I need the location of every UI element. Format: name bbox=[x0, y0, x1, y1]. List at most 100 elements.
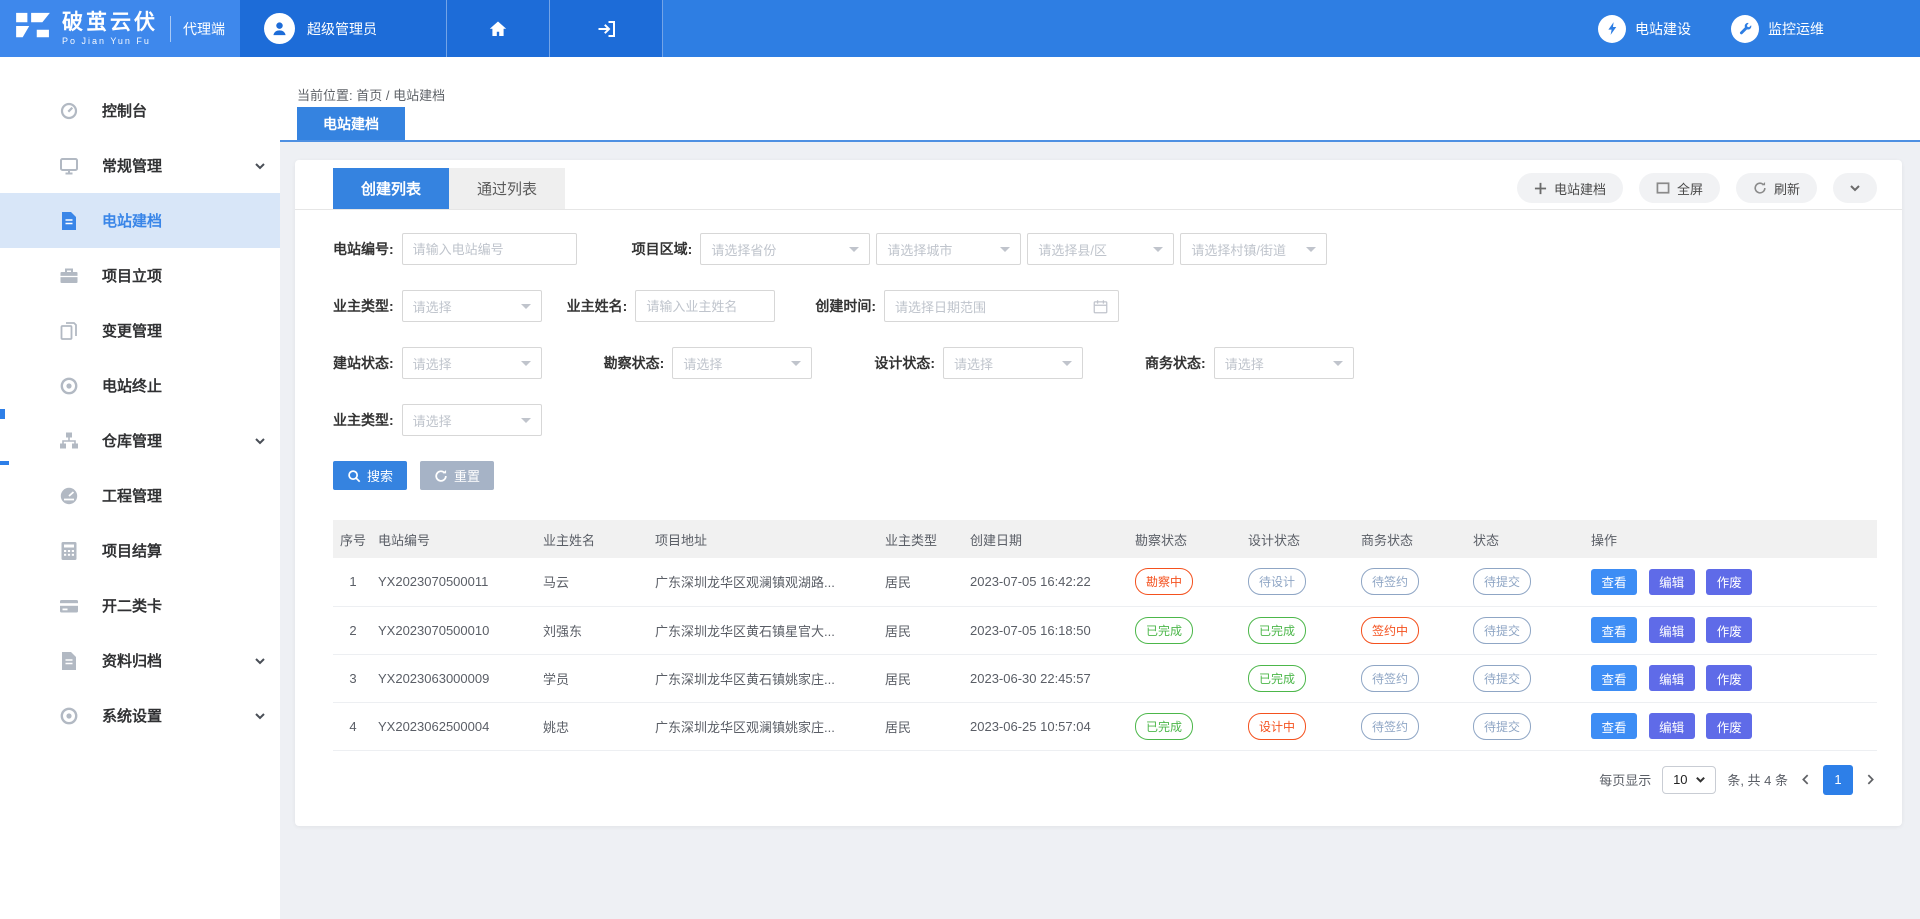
sidebar-item-station-archive[interactable]: 电站建档 bbox=[0, 193, 280, 248]
build-status-select[interactable]: 请选择 bbox=[402, 347, 542, 379]
sidebar-item-warehouse-management[interactable]: 仓库管理 bbox=[0, 413, 280, 468]
logout-button[interactable] bbox=[550, 0, 663, 57]
copy-icon bbox=[58, 320, 80, 342]
filter-form: 电站编号: 项目区域: 请选择省份 请选择城市 请选择县/区 请选择村镇/街道 bbox=[295, 210, 1902, 436]
sidebar-item-label: 系统设置 bbox=[102, 705, 162, 726]
nav-station-construction[interactable]: 电站建设 bbox=[1598, 0, 1691, 57]
logo-title: 破茧云伏 bbox=[62, 12, 158, 33]
prev-page-button[interactable] bbox=[1799, 773, 1812, 786]
sidebar-item-engineering-management[interactable]: 工程管理 bbox=[0, 468, 280, 523]
design-status-select[interactable]: 请选择 bbox=[943, 347, 1083, 379]
scroll-indicator bbox=[0, 409, 5, 419]
business-status-badge: 待签约 bbox=[1361, 713, 1419, 740]
select-arrow-icon bbox=[521, 361, 531, 371]
tab-created-list[interactable]: 创建列表 bbox=[333, 168, 449, 209]
chevron-left-icon bbox=[1799, 773, 1812, 786]
breadcrumb-prefix: 当前位置: bbox=[297, 88, 353, 103]
sidebar-item-system-settings[interactable]: 系统设置 bbox=[0, 688, 280, 743]
search-button[interactable]: 搜索 bbox=[333, 461, 407, 490]
void-button[interactable]: 作废 bbox=[1706, 713, 1752, 739]
sidebar-item-label: 常规管理 bbox=[102, 155, 162, 176]
sidebar-item-data-archiving[interactable]: 资料归档 bbox=[0, 633, 280, 688]
sidebar-item-label: 电站终止 bbox=[102, 375, 162, 396]
fullscreen-button[interactable]: 全屏 bbox=[1639, 173, 1720, 203]
per-page-select[interactable]: 10 bbox=[1662, 766, 1716, 794]
table-row: 4 YX2023062500004 姚忠 广东深圳龙华区观澜镇姚家庄... 居民… bbox=[333, 702, 1877, 750]
sidebar-item-project-settlement[interactable]: 项目结算 bbox=[0, 523, 280, 578]
view-button[interactable]: 查看 bbox=[1591, 617, 1637, 643]
sidebar-item-console[interactable]: 控制台 bbox=[0, 83, 280, 138]
breadcrumb: 当前位置: 首页 / 电站建档 bbox=[297, 57, 1920, 98]
owner-type-select[interactable]: 请选择 bbox=[402, 290, 542, 322]
archive-icon bbox=[58, 650, 80, 672]
tab-passed-list[interactable]: 通过列表 bbox=[449, 168, 565, 209]
select-arrow-icon bbox=[1695, 774, 1706, 785]
station-table: 序号 电站编号 业主姓名 项目地址 业主类型 创建日期 勘察状态 设计状态 商务… bbox=[333, 520, 1877, 751]
sidebar-item-station-termination[interactable]: 电站终止 bbox=[0, 358, 280, 413]
user-menu[interactable]: 超级管理员 bbox=[240, 0, 447, 57]
owner-type-label: 业主类型: bbox=[333, 296, 394, 316]
create-time-range-input[interactable]: 请选择日期范围 bbox=[884, 290, 1119, 322]
user-name: 超级管理员 bbox=[307, 19, 377, 39]
breadcrumb-separator: / bbox=[386, 88, 390, 103]
select-arrow-icon bbox=[1062, 361, 1072, 371]
district-select[interactable]: 请选择县/区 bbox=[1027, 233, 1174, 265]
refresh-button[interactable]: 刷新 bbox=[1736, 173, 1817, 203]
view-button[interactable]: 查看 bbox=[1591, 665, 1637, 691]
edit-button[interactable]: 编辑 bbox=[1649, 713, 1695, 739]
status-badge: 待提交 bbox=[1473, 713, 1531, 740]
plus-icon bbox=[1534, 182, 1547, 195]
add-station-button[interactable]: 电站建档 bbox=[1517, 173, 1623, 203]
province-select[interactable]: 请选择省份 bbox=[700, 233, 870, 265]
sidebar-item-open-type2-card[interactable]: 开二类卡 bbox=[0, 578, 280, 633]
edit-button[interactable]: 编辑 bbox=[1649, 569, 1695, 595]
scroll-indicator bbox=[0, 461, 9, 465]
top-header: 破茧云伏 Po Jian Yun Fu 代理端 超级管理员 电站建设 bbox=[0, 0, 1920, 57]
fullscreen-icon bbox=[1656, 182, 1670, 194]
home-button[interactable] bbox=[447, 0, 550, 57]
street-select[interactable]: 请选择村镇/街道 bbox=[1180, 233, 1327, 265]
survey-status-label: 勘察状态: bbox=[604, 353, 665, 373]
city-select[interactable]: 请选择城市 bbox=[876, 233, 1021, 265]
survey-status-select[interactable]: 请选择 bbox=[672, 347, 812, 379]
owner-type2-label: 业主类型: bbox=[333, 410, 394, 430]
survey-status-badge: 勘察中 bbox=[1135, 568, 1193, 595]
next-page-button[interactable] bbox=[1864, 773, 1877, 786]
select-arrow-icon bbox=[521, 418, 531, 428]
reset-button[interactable]: 重置 bbox=[420, 461, 494, 490]
breadcrumb-home[interactable]: 首页 bbox=[356, 88, 382, 103]
sidebar-item-general-management[interactable]: 常规管理 bbox=[0, 138, 280, 193]
business-status-select[interactable]: 请选择 bbox=[1214, 347, 1354, 379]
gauge-icon bbox=[58, 485, 80, 507]
briefcase-icon bbox=[58, 265, 80, 287]
dashboard-icon bbox=[58, 100, 80, 122]
status-badge: 待提交 bbox=[1473, 617, 1531, 644]
sidebar-item-label: 项目结算 bbox=[102, 540, 162, 561]
edit-button[interactable]: 编辑 bbox=[1649, 617, 1695, 643]
void-button[interactable]: 作废 bbox=[1706, 665, 1752, 691]
sidebar-item-label: 变更管理 bbox=[102, 320, 162, 341]
view-button[interactable]: 查看 bbox=[1591, 713, 1637, 739]
main-panel: 创建列表 通过列表 电站建档 全屏 刷新 bbox=[295, 160, 1902, 826]
edit-button[interactable]: 编辑 bbox=[1649, 665, 1695, 691]
collapse-toolbar-button[interactable] bbox=[1833, 173, 1877, 203]
sidebar-item-change-management[interactable]: 变更管理 bbox=[0, 303, 280, 358]
settings-icon bbox=[58, 705, 80, 727]
view-button[interactable]: 查看 bbox=[1591, 569, 1637, 595]
table-row: 3 YX2023063000009 学员 广东深圳龙华区黄石镇姚家庄... 居民… bbox=[333, 654, 1877, 702]
logo-subtitle: Po Jian Yun Fu bbox=[62, 37, 158, 46]
reset-icon bbox=[434, 469, 448, 483]
owner-type2-select[interactable]: 请选择 bbox=[402, 404, 542, 436]
select-arrow-icon bbox=[521, 304, 531, 314]
page-number-button[interactable]: 1 bbox=[1823, 765, 1853, 795]
page-tab-station-archive[interactable]: 电站建档 bbox=[297, 107, 405, 140]
home-icon bbox=[488, 19, 508, 39]
sidebar-item-label: 仓库管理 bbox=[102, 430, 162, 451]
void-button[interactable]: 作废 bbox=[1706, 617, 1752, 643]
sidebar-item-project-initiation[interactable]: 项目立项 bbox=[0, 248, 280, 303]
void-button[interactable]: 作废 bbox=[1706, 569, 1752, 595]
station-code-input[interactable] bbox=[402, 233, 577, 265]
user-icon bbox=[270, 19, 289, 38]
owner-name-input[interactable] bbox=[635, 290, 775, 322]
nav-monitor-ops[interactable]: 监控运维 bbox=[1731, 0, 1824, 57]
